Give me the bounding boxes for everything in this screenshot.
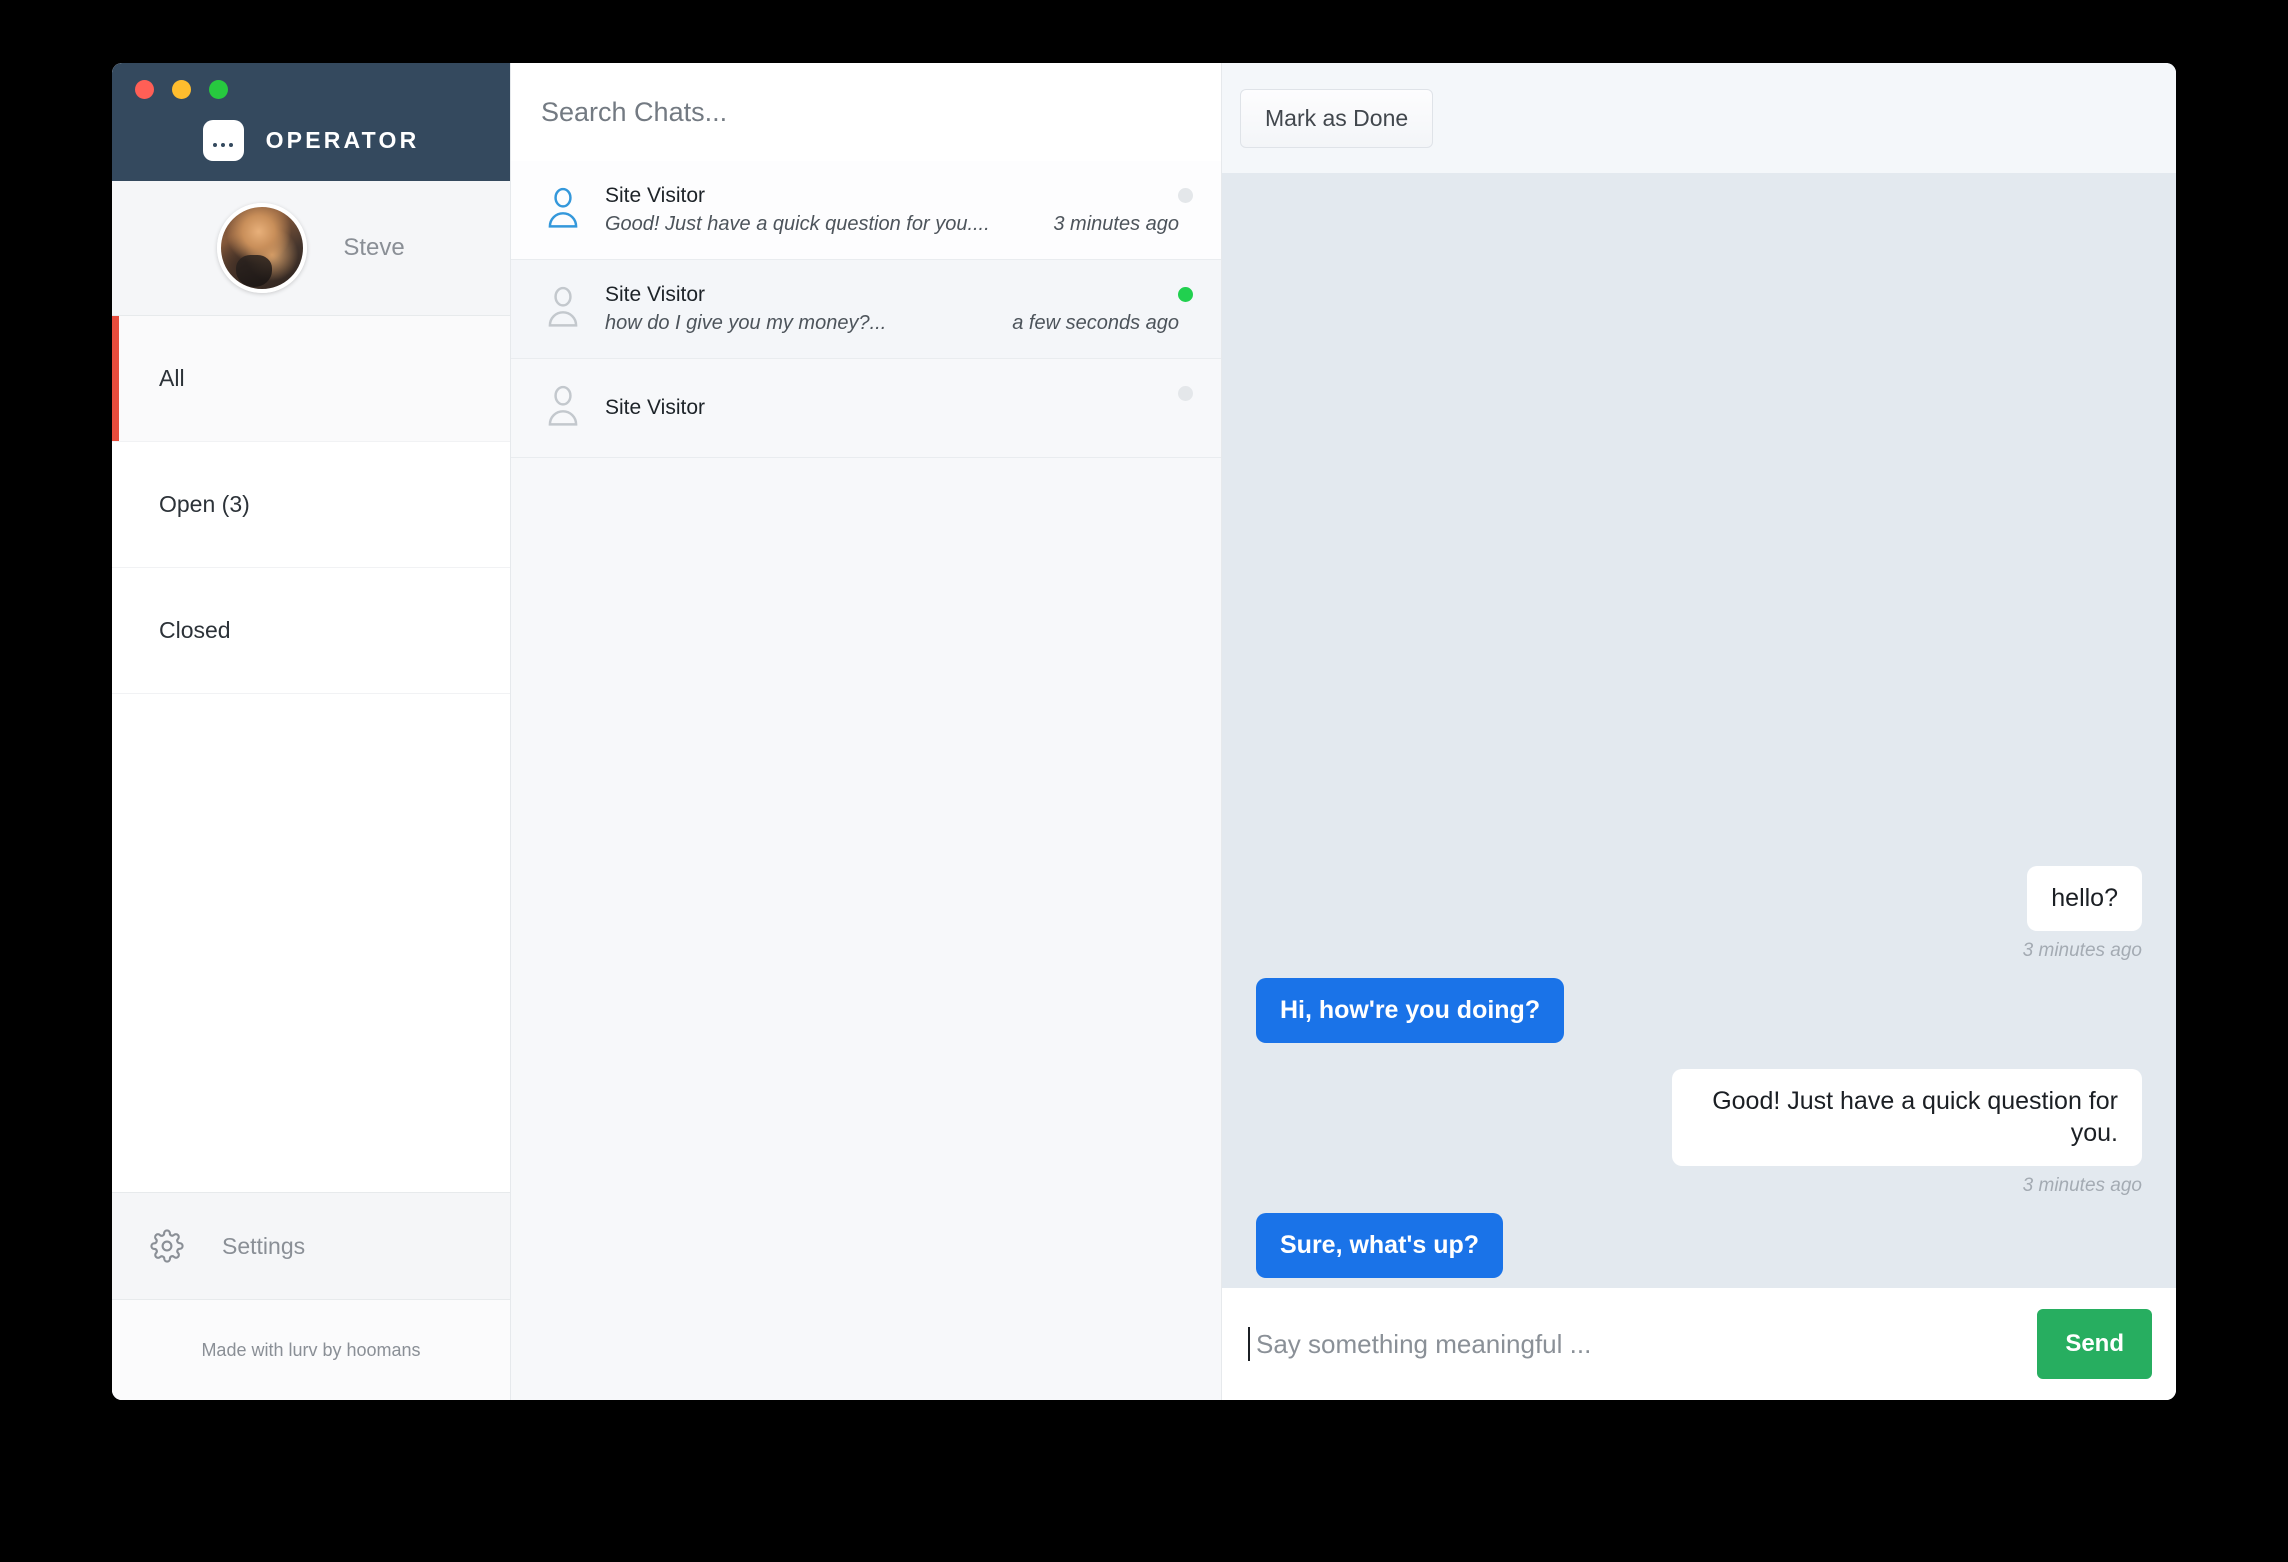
sidebar-spacer <box>112 694 510 1192</box>
message-spacer <box>1256 1043 2142 1069</box>
chat-list-item-2[interactable]: Site Visitor how do I give you my money?… <box>511 260 1221 359</box>
person-icon <box>541 383 605 434</box>
chat-row-top: Site Visitor <box>605 184 1179 208</box>
message-timestamp: 3 minutes ago <box>2023 940 2142 962</box>
sidebar-nav: All Open (3) Closed <box>112 316 510 694</box>
status-dot-offline <box>1178 188 1193 203</box>
message-bubble: Sure, what's up? <box>1256 1213 1503 1278</box>
chat-list-item-1[interactable]: Site Visitor Good! Just have a quick que… <box>511 161 1221 260</box>
chat-row-top: Site Visitor <box>605 283 1179 307</box>
chat-visitor-name: Site Visitor <box>605 283 1179 307</box>
sidebar-item-label: All <box>159 365 185 392</box>
chat-dots-icon <box>203 120 244 161</box>
mark-as-done-button[interactable]: Mark as Done <box>1240 89 1433 148</box>
brand-name: OPERATOR <box>266 127 420 154</box>
chat-row-bottom: Good! Just have a quick question for you… <box>605 213 1179 236</box>
search-box <box>511 63 1221 161</box>
avatar <box>217 203 307 293</box>
message-list: hello? 3 minutes ago Hi, how're you doin… <box>1222 173 2176 1288</box>
sidebar-item-settings[interactable]: Settings <box>112 1192 510 1300</box>
profile-card[interactable]: Steve <box>112 181 510 316</box>
chat-list-item-3[interactable]: Site Visitor <box>511 359 1221 458</box>
send-button[interactable]: Send <box>2037 1309 2152 1379</box>
chat-rows: Site Visitor Good! Just have a quick que… <box>511 161 1221 458</box>
sidebar-item-label: Open (3) <box>159 491 250 518</box>
message-visitor-2: Good! Just have a quick question for you… <box>1256 1069 2142 1197</box>
chat-row-body: Site Visitor <box>605 396 1193 420</box>
chat-timestamp: a few seconds ago <box>998 312 1179 335</box>
close-window-button[interactable] <box>135 80 154 99</box>
conversation-panel: Mark as Done hello? 3 minutes ago Hi, ho… <box>1222 63 2176 1400</box>
profile-name: Steve <box>343 234 404 262</box>
message-visitor-1: hello? 3 minutes ago <box>1256 866 2142 962</box>
chat-preview-text: how do I give you my money?... <box>605 312 998 335</box>
chat-timestamp: 3 minutes ago <box>1039 213 1179 236</box>
message-spacer <box>1256 1197 2142 1213</box>
message-spacer <box>1256 962 2142 978</box>
sidebar-item-open[interactable]: Open (3) <box>112 442 510 568</box>
chat-row-body: Site Visitor how do I give you my money?… <box>605 283 1193 335</box>
chat-list-panel: Site Visitor Good! Just have a quick que… <box>511 63 1222 1400</box>
search-input[interactable] <box>541 97 1191 128</box>
chat-row-top: Site Visitor <box>605 396 1179 420</box>
sidebar-item-all[interactable]: All <box>112 316 510 442</box>
text-cursor-icon <box>1248 1327 1250 1361</box>
sidebar-item-label: Closed <box>159 617 231 644</box>
message-agent-1: Hi, how're you doing? <box>1256 978 2142 1043</box>
footer-text: Made with lurv by hoomans <box>201 1340 420 1361</box>
window-traffic-lights <box>135 80 228 99</box>
sidebar-header: OPERATOR <box>112 63 510 181</box>
gear-icon <box>112 1229 222 1263</box>
person-icon <box>541 185 605 236</box>
sidebar: OPERATOR Steve All Open (3) Closed <box>112 63 511 1400</box>
message-bubble: Hi, how're you doing? <box>1256 978 1564 1043</box>
chat-row-bottom: how do I give you my money?... a few sec… <box>605 312 1179 335</box>
sidebar-footer: Made with lurv by hoomans <box>112 1300 510 1400</box>
status-dot-online <box>1178 287 1193 302</box>
app-window: OPERATOR Steve All Open (3) Closed <box>112 63 2176 1400</box>
message-bubble: Good! Just have a quick question for you… <box>1672 1069 2142 1166</box>
chat-visitor-name: Site Visitor <box>605 184 1179 208</box>
sidebar-item-closed[interactable]: Closed <box>112 568 510 694</box>
message-input[interactable] <box>1256 1329 2021 1360</box>
message-composer: Send <box>1222 1288 2176 1400</box>
message-agent-2: Sure, what's up? <box>1256 1213 2142 1278</box>
conversation-header: Mark as Done <box>1222 63 2176 173</box>
chat-preview-text: Good! Just have a quick question for you… <box>605 213 1039 236</box>
person-icon <box>541 284 605 335</box>
minimize-window-button[interactable] <box>172 80 191 99</box>
chat-list-empty-space <box>511 458 1221 1400</box>
message-timestamp: 3 minutes ago <box>2023 1175 2142 1197</box>
settings-label: Settings <box>222 1233 305 1260</box>
chat-visitor-name: Site Visitor <box>605 396 1179 420</box>
status-dot-offline <box>1178 386 1193 401</box>
zoom-window-button[interactable] <box>209 80 228 99</box>
brand: OPERATOR <box>112 120 510 161</box>
chat-row-body: Site Visitor Good! Just have a quick que… <box>605 184 1193 236</box>
message-bubble: hello? <box>2027 866 2142 931</box>
